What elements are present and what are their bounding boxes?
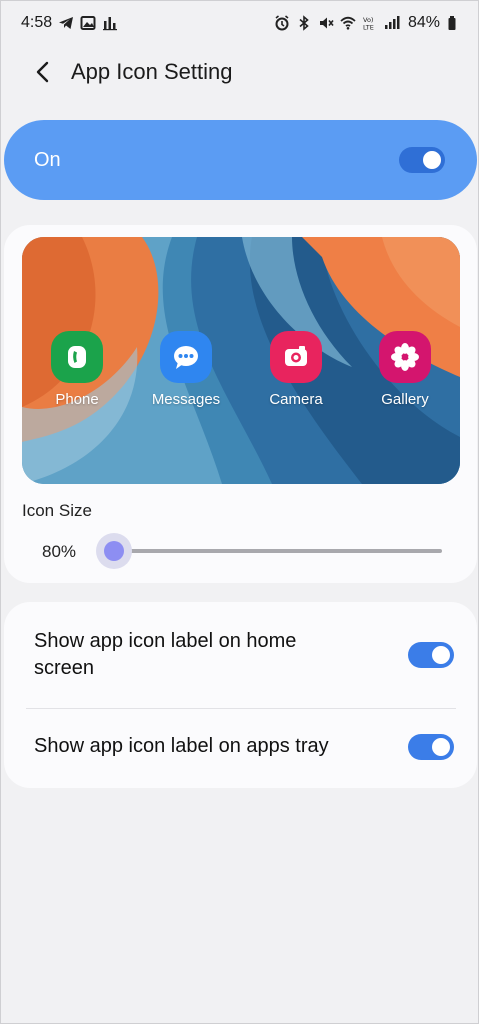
label-options-card: Show app icon label on home screen Show … <box>4 602 477 788</box>
stats-icon <box>102 15 118 31</box>
icon-size-value: 80% <box>42 542 77 561</box>
master-switch-label: On <box>34 148 61 171</box>
icon-size-label: Icon Size <box>22 501 92 520</box>
alarm-icon <box>274 15 290 31</box>
slider-track[interactable] <box>114 549 442 553</box>
page-title: App Icon Setting <box>71 59 233 84</box>
icon-size-slider[interactable] <box>96 533 442 569</box>
app-messages: Messages <box>141 331 231 408</box>
option-apps-tray-label[interactable]: Show app icon label on apps tray <box>34 733 454 760</box>
battery-icon <box>446 15 462 31</box>
app-phone: Phone <box>32 331 122 408</box>
app-label: Gallery <box>381 391 429 408</box>
app-gallery: Gallery <box>360 331 450 408</box>
camera-icon <box>270 331 322 383</box>
battery-percent: 84% <box>407 14 440 31</box>
home-screen-label-toggle[interactable] <box>408 642 454 668</box>
divider <box>26 708 456 709</box>
volte-icon: Vo) LTE <box>362 15 378 31</box>
mute-icon <box>318 15 334 31</box>
toggle-knob <box>421 149 443 171</box>
signal-icon <box>384 15 400 31</box>
apps-tray-label-toggle[interactable] <box>408 733 454 760</box>
app-label: Camera <box>269 391 323 408</box>
option-label: Show app icon label on home screen <box>34 630 297 679</box>
toggle-knob <box>430 735 452 758</box>
telegram-icon <box>58 15 74 31</box>
gallery-icon <box>379 331 431 383</box>
status-bar: 4:58 Vo) LTE 84% <box>1 1 479 45</box>
status-bar-right: Vo) LTE 84% <box>274 14 462 32</box>
app-label: Phone <box>55 391 99 408</box>
app-label: Messages <box>151 391 221 408</box>
app-camera: Camera <box>251 331 341 408</box>
status-bar-left: 4:58 <box>21 14 118 32</box>
toggle-knob <box>430 644 452 666</box>
master-toggle[interactable] <box>399 147 445 173</box>
svg-text:LTE: LTE <box>363 24 374 32</box>
home-screen-preview: Phone Messages Camera Gallery <box>22 237 460 484</box>
messages-icon <box>160 331 212 383</box>
top-app-bar: App Icon Setting <box>1 49 479 95</box>
back-arrow-icon <box>36 61 49 83</box>
wifi-icon <box>340 15 356 31</box>
phone-icon <box>51 331 103 383</box>
clock: 4:58 <box>21 14 53 31</box>
icon-preview-card: Phone Messages Camera Gallery Icon Size … <box>4 225 477 583</box>
option-home-screen-label[interactable]: Show app icon label on home screen <box>34 628 454 682</box>
master-switch-bar[interactable]: On <box>4 120 477 200</box>
option-label: Show app icon label on apps tray <box>34 735 329 757</box>
back-button[interactable] <box>29 58 57 86</box>
bluetooth-icon <box>296 15 312 31</box>
slider-thumb[interactable] <box>104 541 124 561</box>
gallery-notification-icon <box>80 15 96 31</box>
